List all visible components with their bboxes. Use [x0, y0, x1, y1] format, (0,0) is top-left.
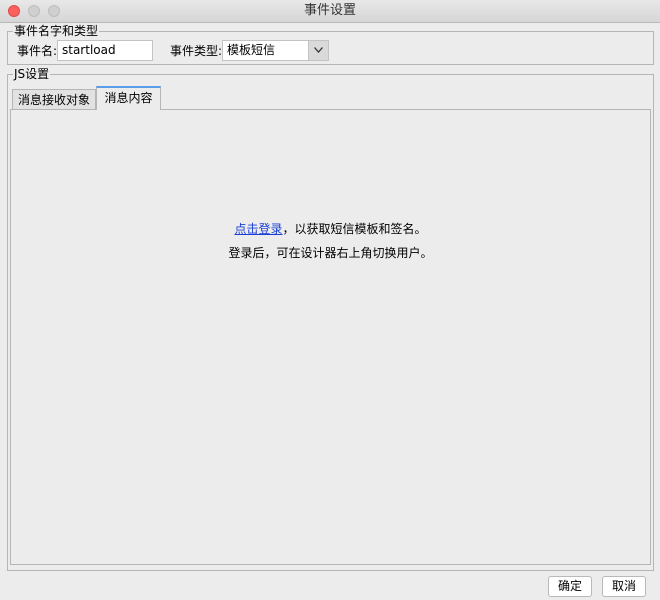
login-link[interactable]: 点击登录	[234, 222, 282, 236]
tab-message-content[interactable]: 消息内容	[96, 86, 161, 110]
event-type-selected-value: 模板短信	[227, 43, 276, 57]
window-title: 事件设置	[303, 3, 356, 18]
title-bar[interactable]: 事件设置	[0, 0, 660, 23]
event-type-label: 事件类型:	[170, 44, 223, 58]
message-content-panel: 点击登录，以获取短信模板和签名。 登录后，可在设计器右上角切换用户。	[10, 109, 651, 565]
event-name-label: 事件名:	[17, 44, 58, 58]
cancel-button[interactable]: 取消	[602, 576, 646, 597]
event-name-field[interactable]: startload	[57, 40, 153, 61]
login-prompt-line: 点击登录，以获取短信模板和签名。	[11, 221, 650, 237]
tab-message-recipients[interactable]: 消息接收对象	[12, 89, 96, 110]
login-prompt-rest: ，以获取短信模板和签名。	[282, 222, 427, 236]
chevron-down-icon	[314, 47, 323, 53]
switch-user-hint: 登录后，可在设计器右上角切换用户。	[228, 246, 433, 260]
event-type-select[interactable]: 模板短信	[222, 40, 329, 61]
ok-button[interactable]: 确定	[548, 576, 592, 597]
event-name-type-legend: 事件名字和类型	[13, 24, 100, 38]
js-settings-legend: JS设置	[13, 67, 51, 81]
event-type-dropdown-button[interactable]	[308, 41, 328, 60]
event-settings-dialog: 事件设置 事件名字和类型 事件名: startload 事件类型: 模板短信 J…	[0, 0, 660, 600]
